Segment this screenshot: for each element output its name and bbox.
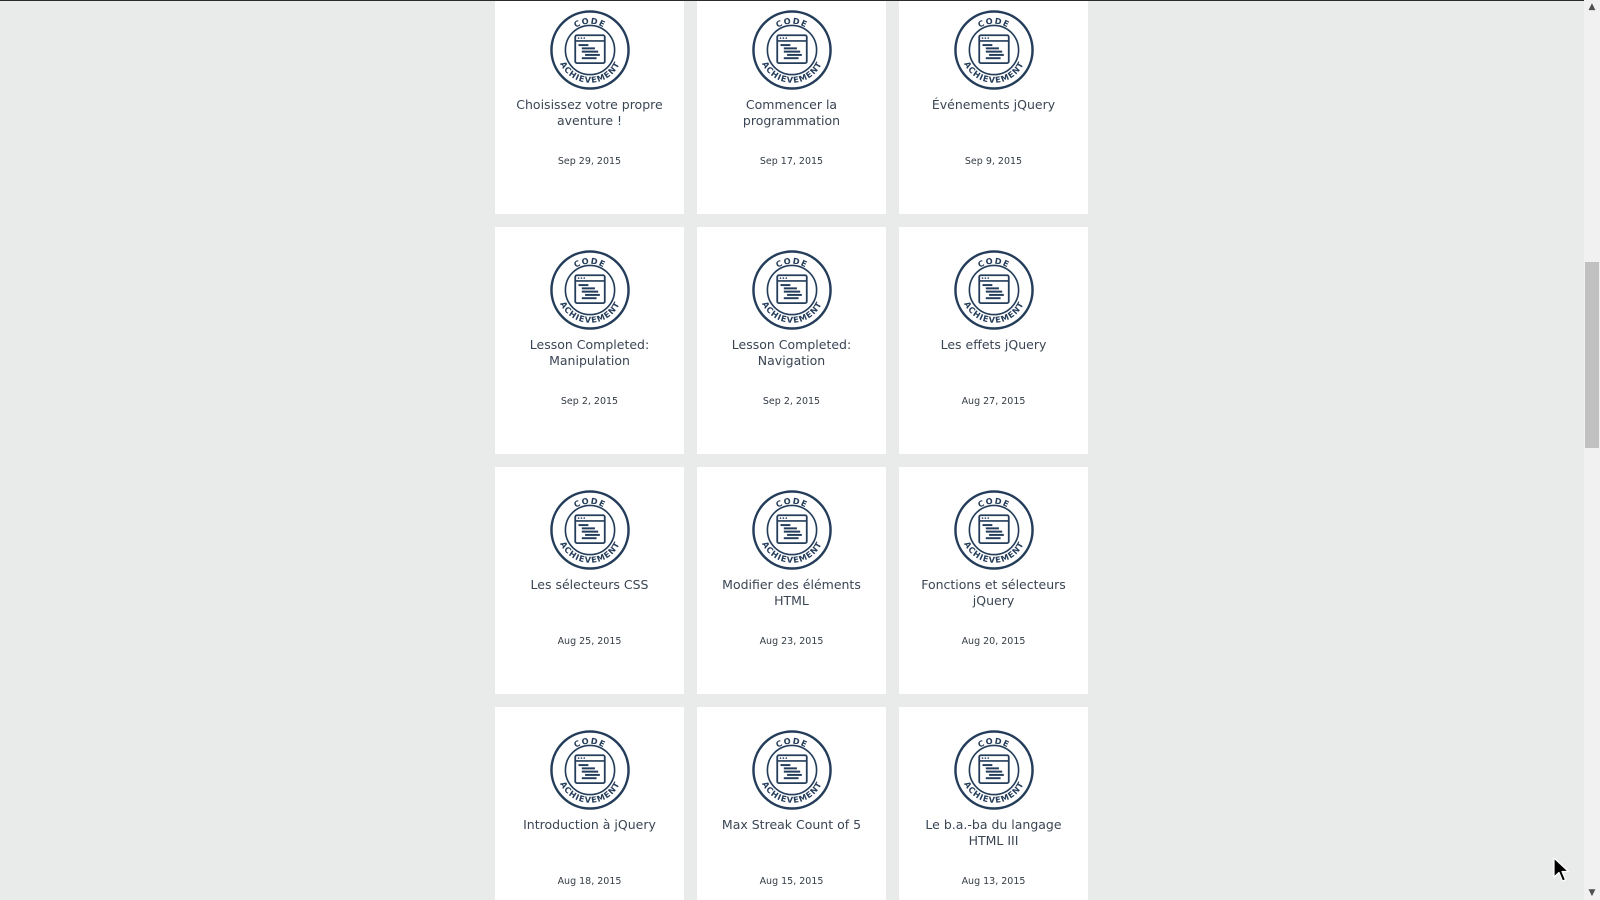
code-achievement-badge-icon: CODEACHIEVEMENT [550,490,630,570]
code-achievement-badge-icon: CODEACHIEVEMENT [550,250,630,330]
achievement-card[interactable]: CODE ACHIEVEMENT Introduction à jQuery Aug … [495,707,684,900]
code-achievement-badge-icon: CODEACHIEVEMENT [954,250,1034,330]
achievement-card[interactable]: CODE ACHIEVEMENT Max Streak Count of 5 Aug … [697,707,886,900]
achievement-title: Introduction à jQuery [523,817,656,832]
badge-top-text: CODE [976,736,1012,750]
achievement-date: Aug 23, 2015 [759,636,824,647]
achievement-title: Lesson Completed: Navigation [731,337,852,368]
badge-top-text: CODE [774,736,810,750]
badge-top-text: CODE [774,16,810,30]
vertical-scrollbar[interactable]: ▲ ▼ [1584,0,1600,900]
achievement-title: Commencer la programmation [742,97,841,128]
badge-top-text: CODE [774,256,810,270]
achievement-date: Sep 9, 2015 [964,156,1023,167]
achievement-card[interactable]: CODE ACHIEVEMENT Choisissez votre propre a… [495,1,684,214]
code-achievement-badge-icon: CODEACHIEVEMENT [954,490,1034,570]
code-achievement-badge-icon: CODEACHIEVEMENT [954,730,1034,810]
badge-top-text: CODE [976,256,1012,270]
achievement-date: Aug 25, 2015 [557,636,622,647]
achievement-card[interactable]: CODE ACHIEVEMENT Modifier des éléments HTM… [697,467,886,694]
achievement-title: Le b.a.-ba du langage HTML III [925,817,1062,848]
achievement-date: Aug 18, 2015 [557,876,622,887]
achievement-title: Événements jQuery [931,97,1056,112]
code-achievement-badge-icon: CODEACHIEVEMENT [954,10,1034,90]
achievement-date: Sep 2, 2015 [560,396,619,407]
achievement-date: Sep 2, 2015 [762,396,821,407]
scroll-up-arrow-icon[interactable]: ▲ [1584,0,1600,14]
achievement-card[interactable]: CODE ACHIEVEMENT Commencer la programmatio… [697,1,886,214]
code-achievement-badge-icon: CODEACHIEVEMENT [550,730,630,810]
code-achievement-badge-icon: CODEACHIEVEMENT [752,10,832,90]
mouse-cursor-icon [1553,857,1570,882]
badge-top-text: CODE [572,256,608,270]
code-achievement-badge-icon: CODEACHIEVEMENT [752,730,832,810]
achievement-title: Choisissez votre propre aventure ! [516,97,663,128]
achievement-date: Aug 15, 2015 [759,876,824,887]
achievement-card[interactable]: CODE ACHIEVEMENT Lesson Completed: Manipul… [495,227,684,454]
achievement-card[interactable]: CODE ACHIEVEMENT Lesson Completed: Navigat… [697,227,886,454]
badge-top-text: CODE [572,496,608,510]
code-achievement-badge-icon: CODEACHIEVEMENT [550,10,630,90]
achievement-card[interactable]: CODE ACHIEVEMENT Les sélecteurs CSS Aug 25,… [495,467,684,694]
achievement-date: Sep 29, 2015 [557,156,622,167]
achievement-title: Max Streak Count of 5 [721,817,862,832]
badge-top-text: CODE [572,16,608,30]
badge-top-text: CODE [976,16,1012,30]
page-viewport: CODE ACHIEVEMENT Choisissez votre propre a… [0,0,1584,900]
achievement-card[interactable]: CODE ACHIEVEMENT Les effets jQuery Aug 27, … [899,227,1088,454]
code-achievement-badge-icon: CODEACHIEVEMENT [752,490,832,570]
achievement-date: Aug 20, 2015 [961,636,1026,647]
achievement-title: Fonctions et sélecteurs jQuery [921,577,1066,608]
badge-top-text: CODE [572,736,608,750]
achievement-card[interactable]: CODE ACHIEVEMENT Le b.a.-ba du langage HTM… [899,707,1088,900]
scrollbar-thumb[interactable] [1585,262,1599,448]
achievement-card[interactable]: CODE ACHIEVEMENT Fonctions et sélecteurs j… [899,467,1088,694]
badge-top-text: CODE [976,496,1012,510]
achievement-title: Modifier des éléments HTML [722,577,861,608]
achievement-date: Aug 13, 2015 [961,876,1026,887]
achievement-date: Aug 27, 2015 [961,396,1026,407]
achievement-date: Sep 17, 2015 [759,156,824,167]
achievement-title: Les effets jQuery [940,337,1047,352]
code-achievement-badge-icon: CODEACHIEVEMENT [752,250,832,330]
badge-top-text: CODE [774,496,810,510]
achievement-title: Les sélecteurs CSS [530,577,649,592]
achievement-title: Lesson Completed: Manipulation [529,337,650,368]
scroll-down-arrow-icon[interactable]: ▼ [1584,886,1600,900]
achievement-card[interactable]: CODE ACHIEVEMENT Événements jQuery Sep 9, 2… [899,1,1088,214]
